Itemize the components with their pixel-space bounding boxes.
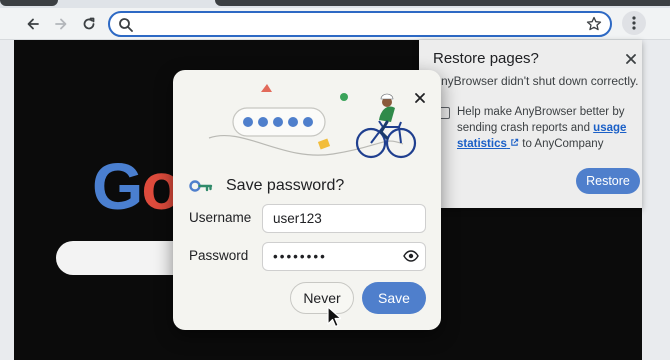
save-password-dialog: Save password? Username user123 Password… — [173, 70, 441, 330]
menu-dots-icon — [632, 16, 636, 30]
browser-tab-active[interactable] — [215, 0, 670, 6]
browser-menu-button[interactable] — [622, 11, 646, 35]
forward-arrow-icon — [55, 18, 67, 30]
search-engine-logo: Go — [92, 148, 182, 224]
restore-pages-panel: Restore pages? AnyBrowser didn't shut do… — [419, 40, 642, 208]
restore-button[interactable]: Restore — [576, 168, 640, 194]
crash-report-label: Help make AnyBrowser better by sending c… — [457, 104, 637, 152]
restore-message: AnyBrowser didn't shut down correctly. — [433, 74, 639, 88]
back-button[interactable] — [22, 13, 44, 35]
username-label: Username — [189, 210, 252, 225]
reload-button[interactable] — [78, 13, 100, 35]
forward-button[interactable] — [50, 13, 72, 35]
close-icon[interactable] — [413, 91, 427, 105]
external-link-icon — [511, 138, 519, 146]
reload-icon — [83, 17, 95, 30]
logo-letter-g: G — [92, 149, 143, 223]
never-button[interactable]: Never — [290, 282, 354, 314]
help-text-suffix: to AnyCompany — [519, 138, 604, 150]
bookmark-star-icon[interactable] — [586, 16, 602, 32]
save-button[interactable]: Save — [362, 282, 426, 314]
browser-toolbar — [0, 8, 670, 40]
dialog-title: Save password? — [226, 177, 345, 194]
browser-tab[interactable] — [0, 0, 58, 6]
search-icon — [119, 18, 133, 32]
key-icon — [189, 180, 213, 192]
eye-icon[interactable] — [403, 250, 419, 262]
mouse-cursor-icon — [327, 306, 341, 328]
password-field[interactable]: •••••••• — [262, 242, 426, 271]
restore-title: Restore pages? — [433, 50, 539, 67]
address-bar[interactable] — [108, 11, 612, 37]
close-icon[interactable] — [624, 52, 638, 66]
password-label: Password — [189, 248, 249, 263]
password-illustration — [208, 84, 417, 159]
username-field[interactable]: user123 — [262, 204, 426, 233]
back-arrow-icon — [27, 18, 39, 30]
tab-strip — [0, 0, 670, 8]
